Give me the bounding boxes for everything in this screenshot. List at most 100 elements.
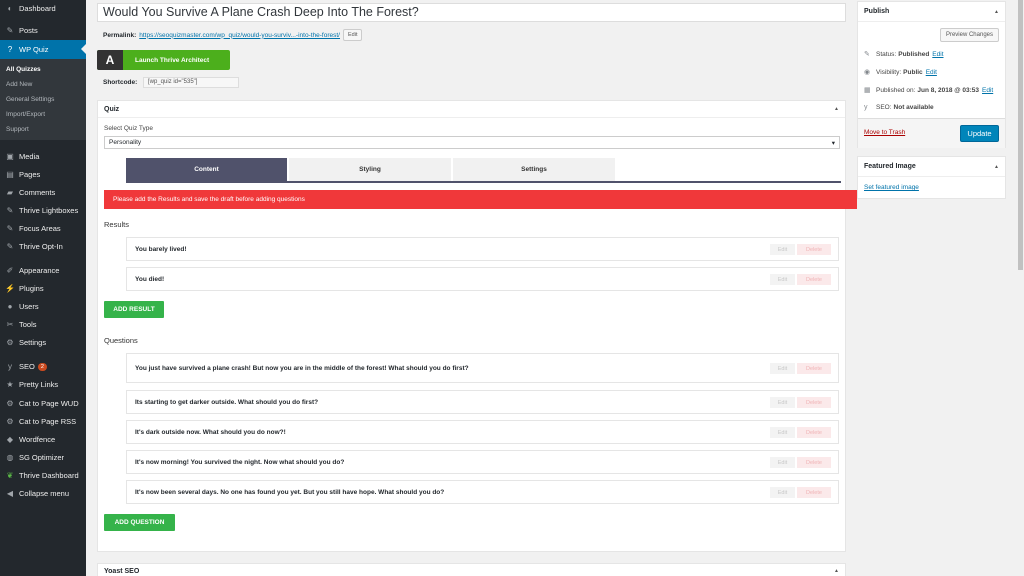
- featured-image-header[interactable]: Featured Image ▲: [858, 157, 1005, 177]
- submenu-support[interactable]: Support: [6, 126, 29, 133]
- quiz-type-select[interactable]: Personality ▾: [104, 136, 840, 149]
- quiz-metabox: Quiz ▲ Select Quiz Type Personality ▾ Co…: [97, 100, 857, 552]
- question-row: It's now been several days. No one has f…: [126, 480, 839, 504]
- menu-pretty-links[interactable]: ★ Pretty Links: [0, 376, 86, 393]
- optimizer-icon: ◍: [6, 453, 14, 462]
- quiz-metabox-header[interactable]: Quiz ▲: [98, 101, 845, 118]
- delete-button[interactable]: Delete: [797, 427, 831, 438]
- question-row: It's now morning! You survived the night…: [126, 450, 839, 474]
- add-result-button[interactable]: ADD RESULT: [104, 301, 164, 318]
- result-row: You barely lived! Edit Delete: [126, 237, 839, 261]
- settings-icon: ⚙: [6, 338, 14, 347]
- tab-styling[interactable]: Styling: [289, 158, 451, 181]
- edit-button[interactable]: Edit: [770, 363, 795, 374]
- menu-users[interactable]: ● Users: [0, 298, 86, 315]
- tab-settings[interactable]: Settings: [453, 158, 615, 181]
- menu-tools[interactable]: ✂ Tools: [0, 316, 86, 333]
- pin-icon: ✎: [864, 51, 870, 58]
- visibility-edit-link[interactable]: Edit: [926, 69, 937, 76]
- pin-icon: ✎: [6, 26, 14, 35]
- delete-button[interactable]: Delete: [797, 363, 831, 374]
- edit-button[interactable]: Edit: [770, 244, 795, 255]
- menu-cat-to-page-rss[interactable]: ⚙ Cat to Page RSS: [0, 413, 86, 430]
- caret-up-icon[interactable]: ▲: [834, 568, 839, 576]
- menu-plugins[interactable]: ⚡ Plugins: [0, 280, 86, 297]
- published-on-edit-link[interactable]: Edit: [982, 87, 993, 94]
- menu-cat-to-page-wud[interactable]: ⚙ Cat to Page WUD: [0, 395, 86, 412]
- edit-button[interactable]: Edit: [770, 487, 795, 498]
- yoast-icon: y: [864, 104, 868, 111]
- gear-icon: ⚙: [6, 399, 14, 408]
- add-question-button[interactable]: ADD QUESTION: [104, 514, 175, 531]
- shield-icon: ◆: [6, 435, 14, 444]
- menu-appearance[interactable]: ✐ Appearance: [0, 262, 86, 279]
- delete-button[interactable]: Delete: [797, 274, 831, 285]
- edit-button[interactable]: Edit: [770, 457, 795, 468]
- menu-wordfence[interactable]: ◆ Wordfence: [0, 431, 86, 448]
- move-to-trash-link[interactable]: Move to Trash: [864, 129, 905, 136]
- permalink-link[interactable]: https://seoquizmaster.com/wp_quiz/would-…: [139, 32, 340, 39]
- caret-up-icon[interactable]: ▲: [994, 9, 999, 15]
- plugins-icon: ⚡: [5, 284, 15, 293]
- quiz-type-label: Select Quiz Type: [104, 125, 154, 132]
- yoast-seo-metabox[interactable]: Yoast SEO ▲: [97, 563, 846, 576]
- submenu-import-export[interactable]: Import/Export: [6, 111, 45, 118]
- menu-focus-areas[interactable]: ✎ Focus Areas: [0, 220, 86, 237]
- menu-seo[interactable]: y SEO 2: [0, 358, 86, 375]
- post-title-input[interactable]: Would You Survive A Plane Crash Deep Int…: [97, 3, 846, 22]
- edit-button[interactable]: Edit: [770, 397, 795, 408]
- submenu-all-quizzes[interactable]: All Quizzes: [6, 66, 41, 73]
- help-icon: ?: [7, 45, 13, 54]
- delete-button[interactable]: Delete: [797, 397, 831, 408]
- menu-settings[interactable]: ⚙ Settings: [0, 334, 86, 351]
- caret-up-icon[interactable]: ▲: [834, 106, 839, 112]
- shortcode-row: Shortcode: [wp_quiz id="535"]: [103, 77, 239, 88]
- preview-changes-button[interactable]: Preview Changes: [939, 28, 999, 42]
- menu-pages[interactable]: ▤ Pages: [0, 166, 86, 183]
- tab-content[interactable]: Content: [126, 158, 287, 181]
- publish-metabox: Publish ▲ Preview Changes ✎ Status: Publ…: [857, 1, 1006, 148]
- results-heading: Results: [104, 220, 130, 229]
- seo-notification-badge: 2: [37, 362, 47, 371]
- edit-button[interactable]: Edit: [770, 427, 795, 438]
- seo-row: y SEO: Not available: [864, 104, 934, 111]
- pin-icon: ✎: [6, 206, 14, 215]
- launch-thrive-architect-button[interactable]: A Launch Thrive Architect: [97, 50, 230, 70]
- publish-header[interactable]: Publish ▲: [858, 2, 1005, 22]
- menu-media[interactable]: ▣ Media: [0, 148, 86, 165]
- calendar-icon: ▦: [864, 87, 871, 94]
- update-button[interactable]: Update: [960, 125, 999, 142]
- menu-thrive-dashboard[interactable]: ❦ Thrive Dashboard: [0, 467, 86, 484]
- shortcode-field[interactable]: [wp_quiz id="535"]: [143, 77, 239, 88]
- scrollbar-thumb[interactable]: [1018, 0, 1023, 270]
- menu-sg-optimizer[interactable]: ◍ SG Optimizer: [0, 449, 86, 466]
- questions-heading: Questions: [104, 336, 138, 345]
- set-featured-image-link[interactable]: Set featured image: [864, 184, 919, 191]
- status-edit-link[interactable]: Edit: [932, 51, 943, 58]
- collapse-icon: ◀: [6, 489, 14, 498]
- menu-comments[interactable]: ▰ Comments: [0, 184, 86, 201]
- delete-button[interactable]: Delete: [797, 457, 831, 468]
- menu-thrive-lightboxes[interactable]: ✎ Thrive Lightboxes: [0, 202, 86, 219]
- menu-thrive-opt-in[interactable]: ✎ Thrive Opt-In: [0, 238, 86, 255]
- caret-up-icon[interactable]: ▲: [994, 164, 999, 170]
- thrive-architect-logo: A: [97, 50, 123, 70]
- yoast-icon: y: [8, 362, 12, 371]
- submenu-add-new[interactable]: Add New: [6, 81, 32, 88]
- permalink-row: Permalink: https://seoquizmaster.com/wp_…: [103, 29, 363, 41]
- result-row: You died! Edit Delete: [126, 267, 839, 291]
- delete-button[interactable]: Delete: [797, 244, 831, 255]
- question-row: It's dark outside now. What should you d…: [126, 420, 839, 444]
- submenu-general-settings[interactable]: General Settings: [6, 96, 54, 103]
- pages-icon: ▤: [6, 170, 14, 179]
- edit-button[interactable]: Edit: [770, 274, 795, 285]
- delete-button[interactable]: Delete: [797, 487, 831, 498]
- pin-icon: ✎: [6, 242, 14, 251]
- menu-dashboard[interactable]: ◐ Dashboard: [0, 0, 86, 17]
- menu-wp-quiz[interactable]: ? WP Quiz: [0, 40, 86, 59]
- question-row: Its starting to get darker outside. What…: [126, 390, 839, 414]
- menu-collapse[interactable]: ◀ Collapse menu: [0, 485, 86, 502]
- comments-icon: ▰: [6, 188, 14, 197]
- menu-posts[interactable]: ✎ Posts: [0, 22, 86, 39]
- permalink-edit-button[interactable]: Edit: [343, 29, 363, 41]
